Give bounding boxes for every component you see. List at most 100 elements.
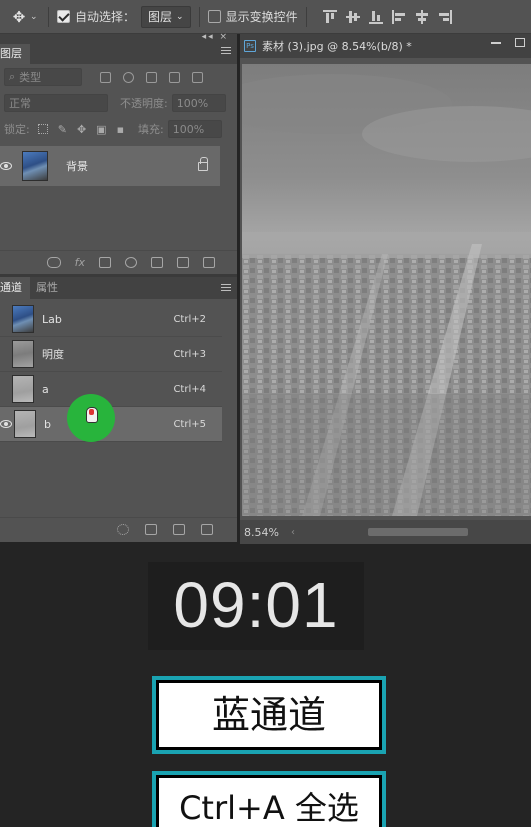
align-horizontal-center-icon[interactable] [415,9,429,24]
move-tool-icon[interactable]: ✥ [10,8,28,26]
visibility-toggle[interactable] [0,314,10,324]
load-selection-icon[interactable] [117,524,129,535]
opacity-input[interactable]: 100% [171,94,226,112]
timer-box: 09:01 [148,562,364,650]
visibility-toggle[interactable] [0,349,10,359]
channel-shortcut: Ctrl+2 [173,313,206,325]
new-channel-icon[interactable] [173,524,185,535]
filter-pixel-icon[interactable] [100,71,111,83]
channel-row-lab[interactable]: Lab Ctrl+2 [0,302,222,337]
align-buttons [322,9,452,24]
align-right-icon[interactable] [438,9,452,24]
horizontal-scrollbar[interactable] [368,528,468,536]
filter-adjustment-icon[interactable] [123,71,134,83]
document-tab[interactable]: Ps 素材 (3).jpg @ 8.54%(b/8) * [240,34,531,58]
auto-select-target-value: 图层 [148,10,173,24]
auto-select-target-select[interactable]: 图层 ⌄ [141,5,191,28]
channel-thumbnail [12,375,34,403]
divider [48,6,49,27]
maximize-icon[interactable] [515,38,525,47]
lock-row: 锁定: ✎ ✥ ▣ ▪ 填充: 100% [0,116,237,142]
minimize-icon[interactable] [491,38,501,44]
new-group-icon[interactable] [151,257,163,268]
zoom-level[interactable]: 8.54% [244,526,279,539]
layers-footer: fx [0,250,237,274]
layer-thumbnail [22,151,48,181]
lock-artboard-icon[interactable]: ▣ [96,123,106,136]
layer-filter-value: 类型 [19,71,42,84]
filter-type-icon[interactable] [146,71,157,83]
lock-icon [198,156,208,171]
channel-shortcut: Ctrl+5 [173,418,206,430]
lock-position-icon[interactable]: ✥ [77,123,86,136]
visibility-toggle[interactable] [0,384,10,394]
channel-thumbnail [12,340,34,368]
panel-menu-icon[interactable] [221,47,231,56]
image-canvas[interactable] [242,64,531,516]
channel-name: a [42,382,49,396]
caption-box: 蓝通道 [152,676,386,754]
timer-text: 09:01 [173,569,339,641]
add-mask-icon[interactable] [99,257,111,268]
document-status-bar: 8.54% ‹ [240,520,531,544]
channel-row-a[interactable]: a Ctrl+4 [0,372,222,407]
auto-select-checkbox[interactable] [57,10,70,23]
chevron-down-icon[interactable]: ⌄ [30,12,40,22]
panel-menu-icon[interactable] [221,284,231,293]
channels-footer [0,517,237,541]
tab-layers[interactable]: 图层 [0,44,30,64]
layer-row[interactable]: 背景 [0,146,220,186]
trash-icon[interactable] [201,524,213,535]
channel-shortcut: Ctrl+3 [173,348,206,360]
shortcut-caption-box: Ctrl+A 全选 [152,771,386,827]
channel-name: Lab [42,312,62,326]
layers-panel: ◂◂ × 图层 ⌕ 类型 正常 不透明度: 100% 锁定: ✎ ✥ ▣ ▪ 填… [0,32,237,274]
link-layers-icon[interactable] [46,257,61,268]
blend-mode-value: 正常 [9,97,31,110]
channel-thumbnail [14,410,36,438]
channel-shortcut: Ctrl+4 [173,383,206,395]
new-layer-icon[interactable] [177,257,189,268]
lock-transparent-icon[interactable] [37,124,48,134]
filter-smart-object-icon[interactable] [192,71,203,83]
opacity-label: 不透明度: [120,97,168,110]
options-bar: ✥ ⌄ 自动选择： 图层 ⌄ 显示变换控件 [0,0,531,34]
caption-text: 蓝通道 [211,693,326,737]
align-left-icon[interactable] [391,9,406,24]
tab-channels[interactable]: 通道 [0,277,30,299]
hand-cursor-icon [86,407,98,423]
fill-input[interactable]: 100% [167,120,222,138]
layer-name: 背景 [66,160,88,173]
save-selection-icon[interactable] [145,524,157,535]
align-top-icon[interactable] [322,9,337,24]
eye-icon[interactable] [0,162,12,170]
collapse-panel-icon[interactable]: ◂◂ × [202,32,229,42]
fx-icon[interactable]: fx [75,256,85,269]
show-transform-checkbox[interactable] [207,10,221,23]
adjustment-layer-icon[interactable] [125,257,137,268]
fill-value: 100% [172,122,205,136]
auto-select-label: 自动选择： [75,10,136,24]
tab-properties[interactable]: 属性 [30,277,66,299]
show-transform-label: 显示变换控件 [225,10,298,24]
divider [198,6,200,27]
filter-shape-icon[interactable] [169,71,180,83]
align-bottom-icon[interactable] [368,10,383,24]
channel-thumbnail [12,305,34,333]
divider [305,6,307,27]
opacity-value: 100% [176,96,209,110]
lock-pixels-icon[interactable]: ✎ [58,123,67,136]
align-vertical-center-icon[interactable] [345,10,360,24]
blend-mode-select[interactable]: 正常 [4,94,108,112]
fill-label: 填充: [138,123,164,136]
eye-icon[interactable] [0,420,12,428]
search-icon: ⌕ [9,70,16,83]
layer-filter-select[interactable]: ⌕ 类型 [4,68,82,86]
lock-all-icon[interactable]: ▪ [117,123,124,136]
layers-tab-strip: ◂◂ × 图层 [0,32,237,64]
trash-icon[interactable] [203,257,215,268]
chevron-down-icon: ⌄ [176,11,184,22]
channel-row-lightness[interactable]: 明度 Ctrl+3 [0,337,222,372]
chevron-left-icon[interactable]: ‹ [291,527,295,538]
document-title: 素材 (3).jpg @ 8.54%(b/8) * [262,40,412,53]
